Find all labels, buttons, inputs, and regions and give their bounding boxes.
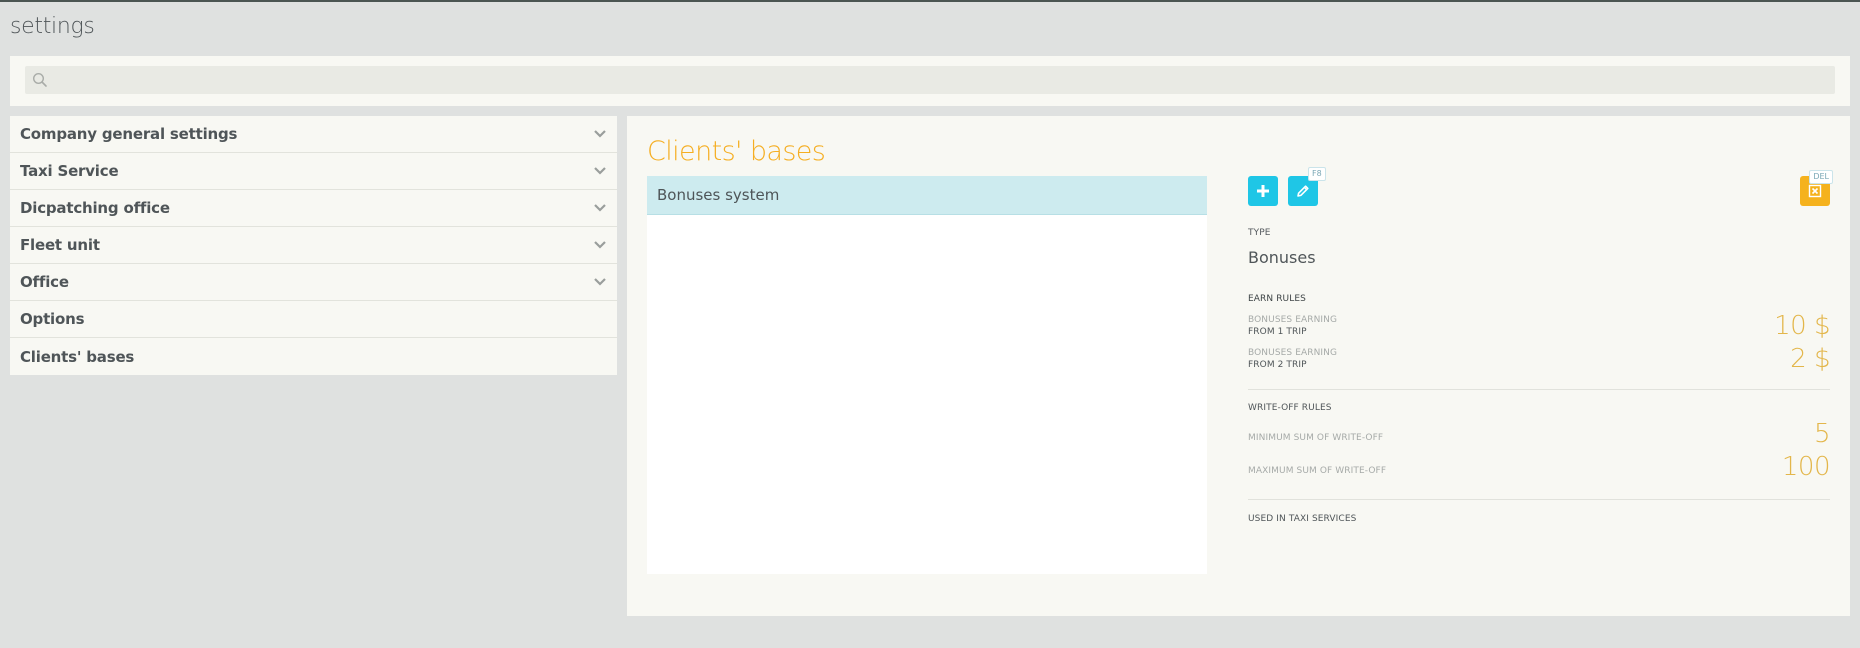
section-title: Clients' bases bbox=[647, 136, 826, 167]
chevron-down-icon bbox=[594, 130, 606, 138]
list-item-label: Bonuses system bbox=[657, 186, 780, 204]
write-off-rule-value: 100 bbox=[1781, 452, 1831, 482]
page-title: settings bbox=[10, 14, 95, 39]
delete-icon bbox=[1808, 184, 1822, 198]
write-off-rule-label: MAXIMUM SUM OF WRITE-OFF bbox=[1248, 466, 1387, 476]
pencil-icon bbox=[1297, 185, 1309, 197]
bases-list: Bonuses system bbox=[647, 176, 1207, 574]
write-off-rule-value: 5 bbox=[1813, 419, 1831, 449]
menu-item-label: Office bbox=[20, 273, 69, 291]
search-icon bbox=[32, 72, 47, 87]
menu-item-dispatching-office[interactable]: Dicpatching office bbox=[10, 190, 617, 227]
menu-item-options[interactable]: Options bbox=[10, 301, 617, 338]
earn-rule-sublabel: FROM 2 TRIP bbox=[1248, 360, 1307, 370]
main-panel: Clients' bases Bonuses system F8 DEL TYP… bbox=[627, 116, 1850, 616]
menu-item-label: Dicpatching office bbox=[20, 199, 170, 217]
chevron-down-icon bbox=[594, 241, 606, 249]
settings-menu: Company general settings Taxi Service Di… bbox=[10, 116, 617, 375]
chevron-down-icon bbox=[594, 167, 606, 175]
type-label: TYPE bbox=[1248, 228, 1271, 238]
menu-item-label: Options bbox=[20, 310, 85, 328]
type-value: Bonuses bbox=[1248, 248, 1316, 267]
menu-item-label: Taxi Service bbox=[20, 162, 119, 180]
earn-rules-label: EARN RULES bbox=[1248, 294, 1306, 304]
earn-rule-sublabel: FROM 1 TRIP bbox=[1248, 327, 1307, 337]
menu-item-clients-bases[interactable]: Clients' bases bbox=[10, 338, 617, 375]
plus-icon bbox=[1257, 185, 1269, 197]
chevron-down-icon bbox=[594, 278, 606, 286]
earn-rule-label: BONUSES EARNING bbox=[1248, 348, 1338, 358]
menu-item-taxi-service[interactable]: Taxi Service bbox=[10, 153, 617, 190]
add-button[interactable] bbox=[1248, 176, 1278, 206]
divider bbox=[1248, 499, 1830, 500]
write-off-rules-label: WRITE-OFF RULES bbox=[1248, 403, 1332, 413]
earn-rule-row: BONUSES EARNING FROM 2 TRIP 2 $ bbox=[1248, 344, 1830, 374]
earn-rule-value: 2 $ bbox=[1790, 344, 1830, 374]
used-in-taxi-services-label: USED IN TAXI SERVICES bbox=[1248, 514, 1357, 524]
details-panel: F8 DEL TYPE Bonuses EARN RULES BONUSES E… bbox=[1248, 167, 1833, 576]
menu-item-office[interactable]: Office bbox=[10, 264, 617, 301]
list-item-bonuses-system[interactable]: Bonuses system bbox=[647, 176, 1207, 215]
menu-item-company-general-settings[interactable]: Company general settings bbox=[10, 116, 617, 153]
write-off-rule-label: MINIMUM SUM OF WRITE-OFF bbox=[1248, 433, 1384, 443]
delete-shortcut-badge: DEL bbox=[1809, 170, 1833, 184]
menu-item-label: Clients' bases bbox=[20, 347, 135, 366]
earn-rule-row: BONUSES EARNING FROM 1 TRIP 10 $ bbox=[1248, 311, 1830, 341]
edit-shortcut-badge: F8 bbox=[1308, 167, 1326, 181]
menu-item-fleet-unit[interactable]: Fleet unit bbox=[10, 227, 617, 264]
divider bbox=[1248, 389, 1830, 390]
earn-rule-value: 10 $ bbox=[1774, 311, 1830, 341]
menu-item-label: Fleet unit bbox=[20, 236, 100, 254]
menu-item-label: Company general settings bbox=[20, 125, 238, 143]
earn-rule-label: BONUSES EARNING bbox=[1248, 315, 1338, 325]
search-input[interactable] bbox=[55, 66, 1825, 94]
search-panel bbox=[10, 56, 1850, 106]
search-box[interactable] bbox=[25, 66, 1835, 94]
chevron-down-icon bbox=[594, 204, 606, 212]
